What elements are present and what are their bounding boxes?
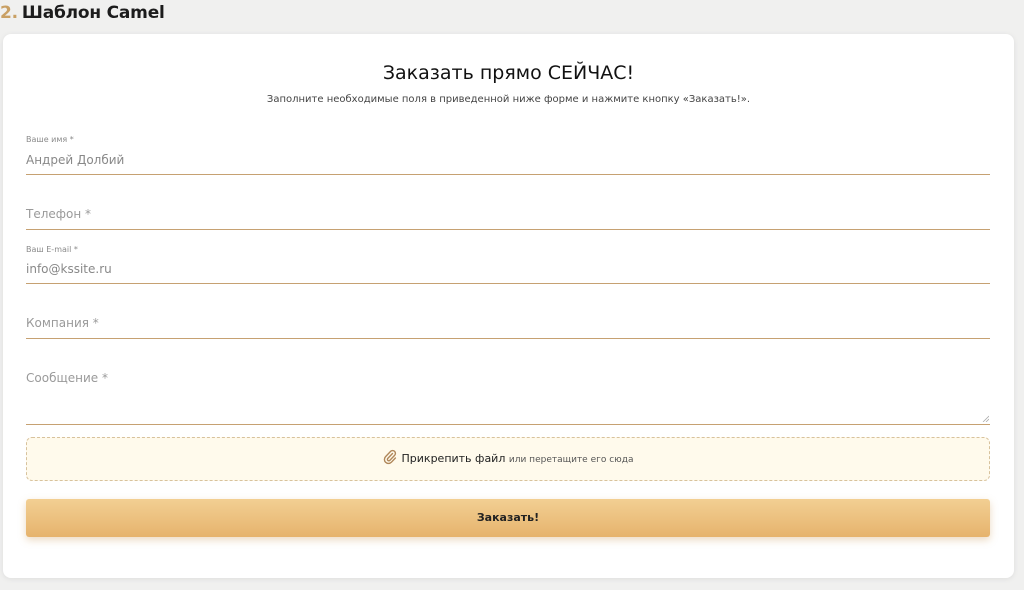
company-field[interactable]: Компания * bbox=[26, 299, 990, 339]
email-field[interactable]: Ваш E-mail * info@kssite.ru bbox=[26, 245, 990, 284]
form-title: Заказать прямо СЕЙЧАС! bbox=[382, 62, 635, 84]
drag-hint: или перетащите его сюда bbox=[508, 455, 634, 465]
phone-field[interactable]: Телефон * bbox=[26, 190, 990, 230]
message-field[interactable]: Сообщение * bbox=[26, 354, 990, 425]
page-heading: 2. Шаблон Camel bbox=[0, 3, 165, 23]
name-field-value[interactable]: Андрей Долбий bbox=[26, 153, 124, 167]
file-dropzone[interactable]: Прикрепить файл или перетащите его сюда bbox=[26, 437, 990, 481]
resize-handle-icon[interactable] bbox=[982, 415, 989, 422]
name-field-label: Ваше имя * bbox=[26, 135, 74, 144]
form-subtitle: Заполните необходимые поля в приведенной… bbox=[266, 94, 751, 105]
section-number: 2. bbox=[0, 3, 18, 23]
paperclip-icon bbox=[383, 449, 396, 465]
section-title: Шаблон Camel bbox=[21, 3, 165, 23]
order-form-card: Заказать прямо СЕЙЧАС! Заполните необход… bbox=[3, 34, 1014, 578]
message-field-placeholder[interactable]: Сообщение * bbox=[26, 371, 108, 385]
phone-field-placeholder[interactable]: Телефон * bbox=[26, 207, 91, 221]
company-field-placeholder[interactable]: Компания * bbox=[26, 316, 99, 330]
name-field[interactable]: Ваше имя * Андрей Долбий bbox=[26, 135, 990, 175]
email-field-value[interactable]: info@kssite.ru bbox=[26, 262, 112, 276]
attach-file-link[interactable]: Прикрепить файл bbox=[402, 452, 506, 465]
email-field-label: Ваш E-mail * bbox=[26, 245, 78, 254]
submit-order-button[interactable]: Заказать! bbox=[26, 499, 990, 537]
